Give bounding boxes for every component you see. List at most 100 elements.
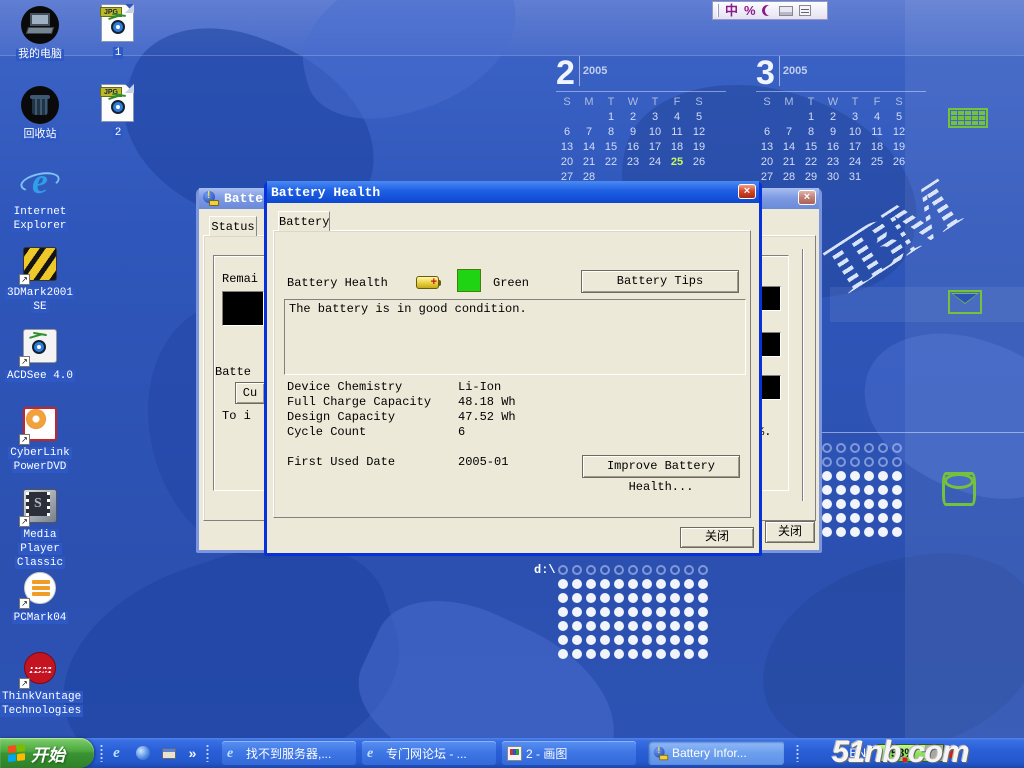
wallpaper-dot [586, 579, 596, 589]
wallpaper-dot [628, 593, 638, 603]
improve-battery-health-button[interactable]: Improve Battery Health... [582, 455, 740, 478]
taskbar-item-ie-1[interactable]: e 找不到服务器,... [222, 741, 356, 765]
desktop-icon-acdsee[interactable]: ↗ ACDSee 4.0 [0, 327, 80, 383]
wallpaper-dot [892, 485, 902, 495]
wallpaper-dot [656, 635, 666, 645]
calendar-day-cell: 6 [556, 126, 578, 141]
calendar-day-cell: 31 [844, 171, 866, 186]
calendar-day-cell: 24 [644, 156, 666, 171]
close-icon[interactable]: × [798, 190, 816, 205]
wallpaper-dot [600, 649, 610, 659]
wallpaper-dot [822, 513, 832, 523]
health-value: Green [493, 276, 529, 290]
current-button[interactable]: Cu [235, 382, 265, 404]
wallpaper-dot [822, 471, 832, 481]
taskbar-item-battery-information[interactable]: Battery Infor... [648, 741, 784, 765]
desktop-icon-media-player-classic[interactable]: ↗ Media Player Classic [0, 487, 80, 570]
quick-launch-ie-icon[interactable]: e [108, 745, 125, 762]
wallpaper-dot [698, 635, 708, 645]
wallpaper-dot [600, 621, 610, 631]
wallpaper-dot [614, 649, 624, 659]
desktop-icon-pcmark04[interactable]: ↗ PCMark04 [0, 569, 80, 625]
desktop-icon-powerdvd[interactable]: ↗ CyberLink PowerDVD [0, 405, 80, 474]
wallpaper-dot [864, 499, 874, 509]
wallpaper-dot [864, 443, 874, 453]
quick-launch-icon-2[interactable] [134, 745, 151, 762]
calendar-day-cell: 13 [556, 141, 578, 156]
wallpaper-dot [836, 499, 846, 509]
start-button[interactable]: 开始 [0, 738, 94, 768]
wallpaper-dot [684, 649, 694, 659]
calendar-day-cell: 22 [600, 156, 622, 171]
taskbar-item-ie-2[interactable]: e 专门网论坛 - ... [362, 741, 496, 765]
calendar-day-cell: 11 [666, 126, 688, 141]
desktop-icon-internet-explorer[interactable]: e Internet Explorer [0, 164, 80, 233]
spec-value: 47.52 Wh [458, 410, 516, 424]
calendar-day-cell: 20 [756, 156, 778, 171]
close-button[interactable]: 关闭 [680, 527, 754, 548]
wallpaper-dot [878, 485, 888, 495]
battery-tips-button[interactable]: Battery Tips [581, 270, 739, 293]
calendar-day-cell: 18 [666, 141, 688, 156]
desktop-icon-thinkvantage[interactable]: IBM ↗ ThinkVantage Technologies [0, 649, 80, 718]
calendar-day-cell: 4 [866, 111, 888, 126]
powerdvd-icon: ↗ [21, 405, 59, 443]
ime-chinese-icon[interactable]: 中 [725, 2, 738, 19]
fullwidth-moon-icon[interactable] [762, 5, 773, 16]
wallpaper-dot [670, 565, 680, 575]
calendar-year: 2005 [779, 56, 807, 86]
desktop-icon-jpg-1[interactable]: JPG 1 [78, 4, 158, 60]
pcmark04-icon: ↗ [21, 569, 59, 607]
close-icon[interactable]: × [738, 184, 756, 199]
wallpaper-dot [836, 527, 846, 537]
spreadsheet-grid-icon [948, 108, 988, 128]
my-computer-icon [21, 6, 59, 44]
wallpaper-dot [864, 527, 874, 537]
wallpaper-dot [892, 527, 902, 537]
wallpaper-dot [892, 471, 902, 481]
wallpaper-dot [850, 443, 860, 453]
wallpaper-dot [878, 499, 888, 509]
desktop-icon-my-computer[interactable]: 我的电脑 [0, 6, 80, 62]
calendar-day-cell: 8 [600, 126, 622, 141]
tab-status[interactable]: Status [209, 216, 257, 236]
dialog-title: Battery Health [271, 185, 380, 200]
quick-launch-icon-3[interactable] [160, 745, 177, 762]
wallpaper-dot [600, 565, 610, 575]
tab-battery[interactable]: Battery [278, 211, 330, 231]
taskbar-item-paint[interactable]: 2 - 画图 [502, 741, 636, 765]
wallpaper-dot [684, 607, 694, 617]
desktop-icon-3dmark2001[interactable]: ↗ 3DMark2001 SE [0, 245, 80, 314]
wallpaper-dot [586, 649, 596, 659]
quick-launch-chevron-icon[interactable]: » [184, 745, 201, 762]
calendar-day-cell [578, 111, 600, 126]
quick-launch-grip[interactable] [100, 744, 103, 762]
language-bar-grip[interactable] [717, 4, 719, 17]
wallpaper-dot [656, 607, 666, 617]
calendar-day-header: T [844, 96, 866, 111]
wallpaper-dot [878, 513, 888, 523]
calendar-day-cell [556, 111, 578, 126]
language-bar-menu-icon[interactable] [799, 5, 811, 16]
wallpaper-dot-grid [558, 565, 712, 663]
ime-punctuation-icon[interactable]: % [744, 2, 756, 19]
language-bar[interactable]: 中 % [712, 1, 828, 20]
desktop-icon-jpg-2[interactable]: JPG 2 [78, 84, 158, 140]
close-button[interactable]: 关闭 [765, 521, 815, 543]
calendar-day-cell: 13 [756, 141, 778, 156]
taskbar-grip[interactable] [206, 744, 209, 762]
wallpaper-dot [656, 621, 666, 631]
spec-value: 6 [458, 425, 465, 439]
icon-label: Media Player Classic [0, 528, 80, 570]
wallpaper-dot [836, 443, 846, 453]
desktop-icon-recycle-bin[interactable]: 回收站 [0, 86, 80, 142]
calendar-day-cell: 14 [778, 141, 800, 156]
calendar-day-cell: 5 [688, 111, 710, 126]
wallpaper-dot [558, 621, 568, 631]
wallpaper-dot [850, 527, 860, 537]
tray-grip[interactable] [796, 744, 799, 762]
calendar-day-cell: 29 [800, 171, 822, 186]
wallpaper-dot [850, 471, 860, 481]
icon-label: Internet Explorer [1, 205, 79, 233]
soft-keyboard-icon[interactable] [779, 6, 793, 16]
